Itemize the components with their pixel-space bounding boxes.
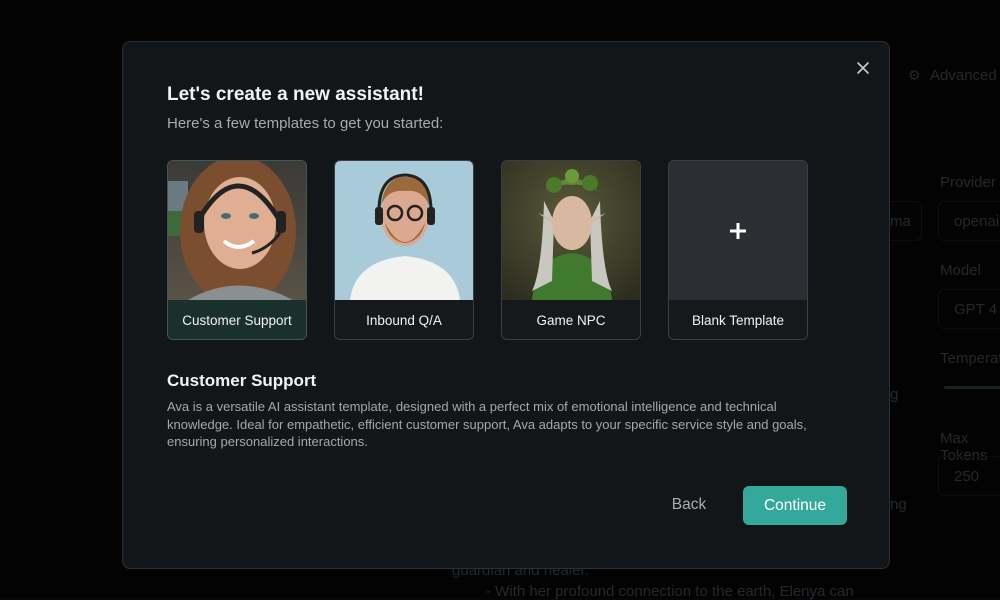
template-card-game-npc[interactable]: Game NPC (501, 160, 641, 340)
plus-icon (730, 222, 746, 239)
template-label: Inbound Q/A (366, 312, 442, 328)
back-button[interactable]: Back (659, 486, 719, 524)
modal-title: Let's create a new assistant! (167, 84, 424, 105)
create-assistant-modal: Let's create a new assistant! Here's a f… (122, 41, 890, 569)
template-card-blank[interactable]: Blank Template (668, 160, 808, 340)
template-detail-description: Ava is a versatile AI assistant template… (167, 399, 807, 449)
template-label: Game NPC (536, 312, 606, 328)
template-label: Customer Support (168, 300, 306, 339)
blank-template-image (669, 161, 807, 300)
continue-button[interactable]: Continue (743, 486, 847, 525)
close-icon[interactable] (855, 60, 871, 76)
template-label: Blank Template (691, 312, 785, 328)
customer-support-image (168, 161, 306, 300)
template-card-customer-support[interactable]: Customer Support (167, 160, 307, 340)
game-npc-image (502, 161, 640, 300)
template-detail-title: Customer Support (167, 371, 317, 390)
modal-subtitle: Here's a few templates to get you starte… (167, 115, 444, 132)
inbound-qa-image (335, 161, 473, 300)
template-card-inbound-qa[interactable]: Inbound Q/A (334, 160, 474, 340)
